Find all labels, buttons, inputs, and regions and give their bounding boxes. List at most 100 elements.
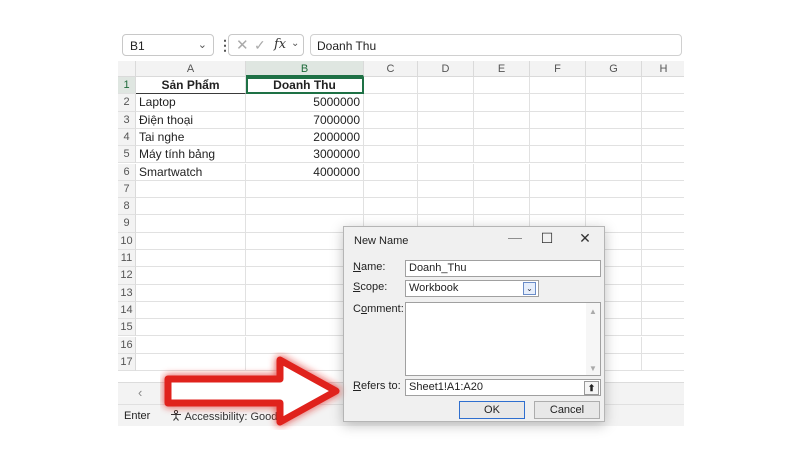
row-header[interactable]: 10 xyxy=(118,232,136,250)
cell-h7[interactable] xyxy=(642,181,684,199)
column-header-g[interactable]: G xyxy=(586,61,642,77)
cancel-icon[interactable]: ✕ xyxy=(236,36,249,54)
cell-d4[interactable] xyxy=(418,128,474,147)
close-icon[interactable]: ✕ xyxy=(574,230,596,247)
row-header[interactable]: 11 xyxy=(118,250,136,268)
cell-c6[interactable] xyxy=(364,163,418,181)
column-header-d[interactable]: D xyxy=(418,61,474,77)
cell-d3[interactable] xyxy=(418,111,474,129)
cell-c2[interactable] xyxy=(364,94,418,112)
formula-input[interactable]: Doanh Thu xyxy=(310,34,682,56)
enter-icon[interactable]: ✓ xyxy=(254,37,266,54)
cell-a13[interactable] xyxy=(136,284,246,302)
cell-b6[interactable]: 4000000 xyxy=(246,163,364,181)
cell-f3[interactable] xyxy=(530,111,586,129)
cell-h13[interactable] xyxy=(642,285,684,302)
cell-h8[interactable] xyxy=(642,198,684,216)
cell-f8[interactable] xyxy=(530,198,586,216)
row-header[interactable]: 15 xyxy=(118,319,136,337)
cell-c4[interactable] xyxy=(364,128,418,147)
cell-a8[interactable] xyxy=(136,198,246,216)
row-header[interactable]: 5 xyxy=(118,146,136,164)
cell-h2[interactable] xyxy=(642,94,684,112)
cell-e8[interactable] xyxy=(474,198,530,216)
row-header[interactable]: 17 xyxy=(118,353,136,372)
cell-f5[interactable] xyxy=(530,146,586,164)
name-field[interactable]: Doanh_Thu xyxy=(405,260,601,277)
cell-h15[interactable] xyxy=(642,319,684,337)
cell-a6[interactable]: Smartwatch xyxy=(136,163,246,181)
collapse-dialog-icon[interactable]: ⬆ xyxy=(584,381,599,395)
scope-select[interactable]: Workbook ⌄ xyxy=(405,280,539,297)
cell-c3[interactable] xyxy=(364,111,418,129)
cell-b8[interactable] xyxy=(246,198,364,216)
column-header-f[interactable]: F xyxy=(530,61,586,77)
cell-f4[interactable] xyxy=(530,128,586,147)
cell-g6[interactable] xyxy=(586,163,642,181)
cell-a15[interactable] xyxy=(136,319,246,337)
cell-a5[interactable]: Máy tính bảng xyxy=(136,146,246,164)
column-header-a[interactable]: A xyxy=(136,61,246,77)
cell-e1[interactable] xyxy=(474,77,530,95)
row-header[interactable]: 9 xyxy=(118,215,136,233)
cell-h4[interactable] xyxy=(642,129,684,147)
minimize-icon[interactable]: — xyxy=(504,229,526,245)
cell-h3[interactable] xyxy=(642,112,684,129)
cell-a14[interactable] xyxy=(136,301,246,320)
cell-h12[interactable] xyxy=(642,267,684,285)
cell-h10[interactable] xyxy=(642,233,684,250)
cell-b4[interactable]: 2000000 xyxy=(246,128,364,147)
cell-h9[interactable] xyxy=(642,215,684,233)
cell-c8[interactable] xyxy=(364,198,418,216)
cell-h5[interactable] xyxy=(642,146,684,164)
column-header-b[interactable]: B xyxy=(246,61,364,77)
select-all-corner[interactable] xyxy=(118,61,136,77)
cell-h11[interactable] xyxy=(642,250,684,268)
cell-h16[interactable] xyxy=(642,337,684,354)
cell-c7[interactable] xyxy=(364,180,418,199)
cell-a3[interactable]: Điện thoại xyxy=(136,111,246,129)
scroll-down-icon[interactable]: ▼ xyxy=(589,364,597,373)
chevron-down-icon[interactable]: ⌄ xyxy=(291,38,299,49)
cell-g8[interactable] xyxy=(586,198,642,216)
cell-g4[interactable] xyxy=(586,128,642,147)
cancel-button[interactable]: Cancel xyxy=(534,401,600,419)
cell-f6[interactable] xyxy=(530,163,586,181)
row-header[interactable]: 6 xyxy=(118,163,136,181)
row-header[interactable]: 7 xyxy=(118,180,136,199)
cell-b3[interactable]: 7000000 xyxy=(246,111,364,129)
column-header-e[interactable]: E xyxy=(474,61,530,77)
cell-a7[interactable] xyxy=(136,180,246,199)
row-header[interactable]: 14 xyxy=(118,301,136,320)
chevron-down-icon[interactable]: ⌄ xyxy=(198,38,207,51)
cell-d1[interactable] xyxy=(418,77,474,95)
cell-a12[interactable] xyxy=(136,267,246,285)
comment-scrollbar[interactable]: ▲ ▼ xyxy=(586,303,600,375)
column-header-h[interactable]: H xyxy=(642,61,684,77)
row-header[interactable]: 13 xyxy=(118,284,136,302)
cell-e4[interactable] xyxy=(474,128,530,147)
cell-e5[interactable] xyxy=(474,146,530,164)
row-header[interactable]: 12 xyxy=(118,267,136,285)
cell-h1[interactable] xyxy=(642,77,684,95)
refers-to-field[interactable]: Sheet1!A1:A20 ⬆ xyxy=(405,379,601,396)
cell-a1[interactable]: Sản Phẩm xyxy=(136,77,246,95)
cell-b1[interactable]: Doanh Thu xyxy=(246,77,364,95)
cell-c5[interactable] xyxy=(364,146,418,164)
cell-f7[interactable] xyxy=(530,180,586,199)
cell-a4[interactable]: Tai nghe xyxy=(136,128,246,147)
cell-b5[interactable]: 3000000 xyxy=(246,146,364,164)
comment-field[interactable]: ▲ ▼ xyxy=(405,302,601,376)
cell-h6[interactable] xyxy=(642,164,684,181)
cell-d5[interactable] xyxy=(418,146,474,164)
cell-c1[interactable] xyxy=(364,77,418,95)
row-header[interactable]: 8 xyxy=(118,198,136,216)
cell-d7[interactable] xyxy=(418,180,474,199)
cell-d6[interactable] xyxy=(418,163,474,181)
cell-a11[interactable] xyxy=(136,250,246,268)
cell-a2[interactable]: Laptop xyxy=(136,94,246,112)
cell-b7[interactable] xyxy=(246,180,364,199)
row-header[interactable]: 1 xyxy=(118,77,136,95)
cell-d2[interactable] xyxy=(418,94,474,112)
insert-function-icon[interactable]: fx xyxy=(274,37,286,52)
